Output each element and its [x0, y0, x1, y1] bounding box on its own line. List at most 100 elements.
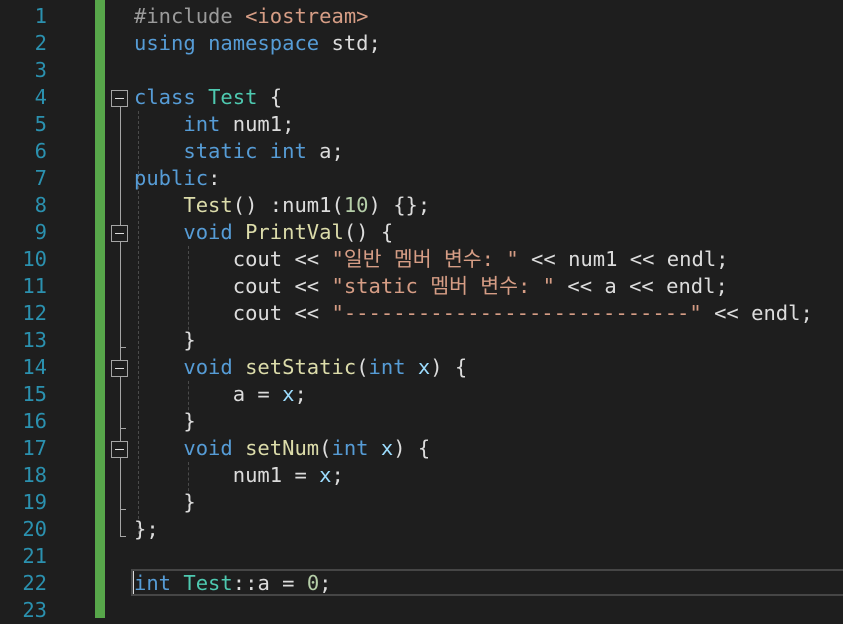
code-token-function: PrintVal [245, 220, 344, 244]
fold-range-end [120, 346, 126, 348]
fold-range-line [120, 375, 121, 428]
line-number: 18 [22, 463, 47, 487]
code-line[interactable]: Test() :num1(10) {}; [134, 192, 430, 219]
collapse-toggle-icon[interactable] [111, 89, 128, 107]
code-token-preprocessor: #include [134, 4, 246, 28]
code-token-plain: a = [257, 571, 307, 595]
collapse-toggle-icon[interactable] [111, 224, 128, 242]
code-token-number: 0 [306, 571, 320, 595]
code-token-plain: << a << endl; [555, 274, 728, 298]
code-token-string: <iostream> [245, 4, 369, 28]
code-line[interactable]: cout << "static 멤버 변수: " << a << endl; [134, 273, 728, 300]
code-token-string: "----------------------------" [331, 301, 702, 325]
code-token-function: Test [183, 193, 233, 217]
code-editor[interactable]: 1 2 3 4 5 6 7 8 9 10 11 12 13 14 15 16 17 18 19 20 21 22 23 #i… [0, 0, 843, 622]
line-number: 2 [34, 31, 47, 55]
line-number: 23 [22, 598, 47, 622]
line-number: 9 [34, 220, 47, 244]
code-token-plain: << num1 << endl; [518, 247, 729, 271]
code-line[interactable]: cout << "----------------------------" <… [134, 300, 813, 327]
code-line[interactable]: } [134, 408, 195, 435]
line-number: 22 [22, 571, 47, 595]
code-token-plain: () { [343, 220, 394, 244]
fold-range-end [120, 508, 126, 510]
fold-range-line [120, 240, 121, 347]
code-line[interactable]: public: [134, 165, 220, 192]
code-token-number: 10 [343, 193, 369, 217]
code-line[interactable]: num1 = x; [134, 462, 344, 489]
code-line[interactable]: #include <iostream> [134, 3, 369, 30]
code-token-type: Test [208, 85, 258, 109]
code-token-plain: cout << [134, 247, 332, 271]
line-number: 12 [22, 301, 47, 325]
code-token-keyword: int [368, 355, 418, 379]
code-token-plain: ) {}; [368, 193, 431, 217]
line-number: 14 [22, 355, 47, 379]
line-number: 8 [34, 193, 47, 217]
code-token-plain: num1 [282, 193, 332, 217]
line-number: 7 [34, 166, 47, 190]
line-number-gutter: 1 2 3 4 5 6 7 8 9 10 11 12 13 14 15 16 17 18 19 20 21 22 23 [0, 0, 95, 622]
collapse-toggle-icon[interactable] [111, 440, 128, 458]
code-token-parameter: x [282, 382, 295, 406]
code-token-keyword: static [183, 139, 270, 163]
code-token-keyword: public [134, 166, 209, 190]
line-number: 6 [34, 139, 47, 163]
fold-range-end [120, 535, 126, 537]
line-number: 4 [34, 85, 47, 109]
code-token-plain: () : [232, 193, 283, 217]
fold-range-line [120, 456, 121, 509]
code-line[interactable]: int num1; [134, 111, 294, 138]
code-line[interactable]: void PrintVal() { [134, 219, 393, 246]
code-token-keyword: class [134, 85, 209, 109]
code-token-string: "static 멤버 변수: " [331, 274, 556, 298]
line-number: 17 [22, 436, 47, 460]
code-line[interactable]: a = x; [134, 381, 307, 408]
change-tracking-bar [95, 0, 105, 618]
fold-range-end [120, 427, 126, 429]
code-line[interactable]: }; [134, 516, 159, 543]
code-token-plain: ( [356, 355, 369, 379]
code-token-keyword: namespace [208, 31, 332, 55]
code-token-keyword: void [183, 355, 246, 379]
code-token-keyword: void [183, 436, 246, 460]
code-token-plain: num1 = [134, 463, 320, 487]
code-token-plain: } [134, 490, 196, 514]
code-line[interactable]: } [134, 489, 196, 516]
code-line[interactable]: cout << "일반 멤버 변수: " << num1 << endl; [134, 246, 729, 273]
code-token-plain: :: [232, 571, 258, 595]
code-token-plain: a = [134, 382, 283, 406]
code-line[interactable]: void setNum(int x) { [134, 435, 430, 462]
code-line[interactable]: int Test::a = 0; [134, 570, 332, 597]
code-token-function: setNum [245, 436, 320, 460]
code-token-plain: num1; [232, 112, 295, 136]
code-token-keyword: void [183, 220, 246, 244]
code-token-keyword: int [134, 571, 184, 595]
code-token-keyword: int [183, 112, 233, 136]
code-line[interactable]: } [134, 327, 196, 354]
code-token-plain: } [134, 328, 196, 352]
collapse-toggle-icon[interactable] [111, 359, 128, 377]
line-number: 16 [22, 409, 47, 433]
code-token-keyword: int [331, 436, 381, 460]
code-token-plain: ( [319, 436, 332, 460]
code-token-plain: cout << [134, 274, 332, 298]
code-token-plain: << endl; [701, 301, 813, 325]
line-number: 1 [34, 4, 47, 28]
code-line[interactable]: static int a; [134, 138, 343, 165]
line-number: 3 [34, 58, 47, 82]
code-token-parameter: x [380, 436, 394, 460]
code-line[interactable]: using namespace std; [134, 30, 381, 57]
code-line[interactable]: class Test { [134, 84, 282, 111]
line-number: 5 [34, 112, 47, 136]
code-token-plain: { [257, 85, 283, 109]
code-token-plain: ) { [430, 355, 468, 379]
code-line[interactable]: void setStatic(int x) { [134, 354, 467, 381]
code-token-plain: std; [331, 31, 381, 55]
code-token-string: "일반 멤버 변수: " [331, 247, 519, 271]
